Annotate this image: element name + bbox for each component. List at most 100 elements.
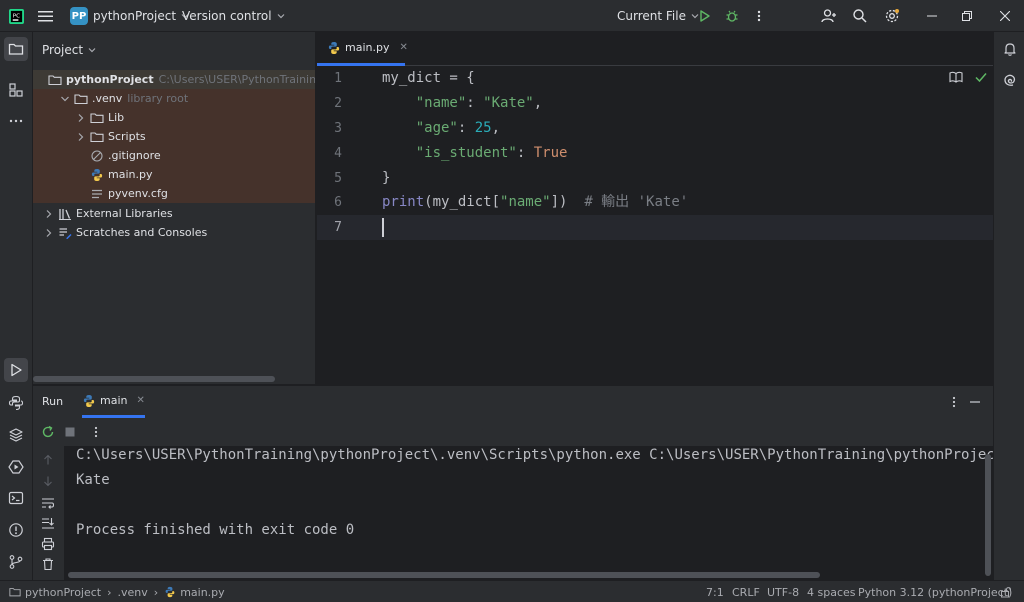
git-button[interactable] — [4, 550, 28, 574]
scroll-end-icon — [42, 518, 54, 529]
python-file-icon — [328, 41, 340, 54]
tree-item-label: .venv — [92, 92, 123, 105]
code-line: "name": "Kate", — [415, 95, 543, 111]
run-tool-button[interactable] — [4, 358, 28, 382]
library-icon — [59, 208, 71, 220]
project-horizontal-scrollbar[interactable] — [33, 376, 275, 382]
tree-item-lib[interactable]: Lib — [33, 108, 315, 127]
breadcrumb-item[interactable]: main.py — [180, 586, 224, 599]
settings-button[interactable] — [884, 0, 900, 32]
close-icon — [1000, 11, 1010, 21]
more-tools-button[interactable] — [4, 109, 28, 133]
scroll-up-button[interactable] — [42, 454, 54, 466]
title-bar: PC PP pythonProject Version control Curr… — [0, 0, 1024, 32]
tree-item-label: Lib — [108, 111, 125, 124]
app-logo-icon[interactable]: PC — [9, 0, 24, 32]
project-panel-title[interactable]: Project — [42, 43, 96, 57]
chevron-down-icon — [61, 96, 69, 101]
project-panel: Project pythonProject C:\Users\USER\Pyth… — [33, 32, 316, 384]
tree-item-scratches[interactable]: Scratches and Consoles — [33, 223, 315, 242]
git-branch-icon — [9, 555, 23, 569]
close-window-button[interactable] — [1000, 0, 1010, 32]
structure-icon — [9, 83, 23, 97]
inspection-ok-indicator[interactable] — [974, 70, 988, 84]
search-button[interactable] — [852, 0, 868, 32]
soft-wrap-button[interactable] — [41, 496, 55, 510]
chevron-right-icon — [78, 113, 84, 122]
editor-tab-bar: main.py ✕ — [317, 32, 993, 66]
tree-item-pyvenv-cfg[interactable]: pyvenv.cfg — [33, 184, 315, 203]
tree-item-venv[interactable]: .venv library root — [33, 89, 315, 108]
project-tool-button[interactable] — [4, 37, 28, 61]
ai-assistant-icon — [1004, 74, 1016, 86]
trash-icon — [43, 558, 53, 571]
line-separator[interactable]: CRLF — [732, 581, 760, 602]
play-icon — [700, 10, 710, 22]
version-control-menu[interactable]: Version control — [182, 0, 285, 32]
run-more-button[interactable] — [91, 426, 101, 438]
tree-item-external-libraries[interactable]: External Libraries — [33, 204, 315, 223]
print-button[interactable] — [41, 537, 55, 551]
scroll-to-end-button[interactable] — [41, 516, 55, 530]
chevron-right-icon — [46, 228, 52, 237]
notifications-button[interactable] — [998, 37, 1022, 61]
scroll-down-button[interactable] — [42, 475, 54, 487]
run-button[interactable] — [698, 0, 712, 32]
close-run-tab-icon[interactable]: ✕ — [136, 395, 144, 406]
printer-icon — [41, 537, 55, 551]
structure-tool-button[interactable] — [4, 78, 28, 102]
run-tab-main[interactable]: main ✕ — [82, 386, 145, 418]
tree-item-scripts[interactable]: Scripts — [33, 127, 315, 146]
clear-console-button[interactable] — [41, 557, 55, 571]
breadcrumb-item[interactable]: pythonProject — [25, 586, 101, 599]
python-packages-button[interactable] — [4, 423, 28, 447]
rerun-icon — [42, 425, 54, 438]
ai-assistant-button[interactable] — [998, 68, 1022, 92]
services-button[interactable] — [4, 455, 28, 479]
indent-setting[interactable]: 4 spaces — [807, 581, 856, 602]
terminal-button[interactable] — [4, 486, 28, 510]
console-vertical-scrollbar[interactable] — [985, 454, 991, 576]
line-number: 2 — [334, 96, 342, 111]
text-caret — [382, 218, 384, 237]
tree-item-label: pyvenv.cfg — [108, 187, 168, 200]
python-interpreter[interactable]: Python 3.12 (pythonProject) — [858, 581, 1012, 602]
project-switcher[interactable]: PP pythonProject — [70, 0, 189, 32]
run-console-output[interactable]: C:\Users\USER\PythonTraining\pythonProje… — [64, 446, 993, 580]
problems-button[interactable] — [4, 518, 28, 542]
add-user-button[interactable] — [821, 0, 837, 32]
tab-main-py[interactable]: main.py ✕ — [317, 32, 408, 66]
file-lock-button[interactable] — [1000, 581, 1012, 602]
reader-mode-button[interactable] — [949, 70, 963, 84]
code-editor[interactable]: 1 2 3 4 5 6 7 my_dict = { "name": "Kate"… — [317, 66, 993, 384]
python-console-icon — [8, 395, 24, 411]
arrow-up-icon — [44, 454, 52, 465]
debug-button[interactable] — [725, 0, 739, 32]
run-panel-title: Run — [42, 395, 64, 408]
console-horizontal-scrollbar[interactable] — [68, 572, 820, 578]
close-tab-icon[interactable]: ✕ — [399, 42, 407, 53]
svg-text:PC: PC — [13, 13, 20, 19]
python-console-button[interactable] — [4, 391, 28, 415]
minimize-button[interactable] — [927, 0, 937, 32]
bug-icon — [726, 10, 738, 22]
line-number: 4 — [334, 146, 342, 161]
breadcrumb-item[interactable]: .venv — [118, 586, 148, 599]
stop-button[interactable] — [64, 426, 76, 438]
more-actions-button[interactable] — [754, 0, 764, 32]
tree-item-label: .gitignore — [108, 149, 161, 162]
run-config-selector[interactable]: Current File — [617, 0, 699, 32]
main-menu-button[interactable] — [38, 0, 54, 32]
tree-item-label: External Libraries — [76, 207, 173, 220]
restore-button[interactable] — [962, 0, 972, 32]
tree-item-pythonproject[interactable]: pythonProject C:\Users\USER\PythonTraini… — [33, 70, 315, 89]
caret-position[interactable]: 7:1 — [706, 581, 724, 602]
run-panel-options-button[interactable] — [949, 396, 959, 408]
tree-item-gitignore[interactable]: .gitignore — [33, 146, 315, 165]
rerun-button[interactable] — [41, 425, 55, 439]
more-horizontal-icon — [9, 119, 23, 123]
chevron-down-icon — [88, 48, 96, 53]
tree-item-main-py[interactable]: main.py — [33, 165, 315, 184]
hide-panel-button[interactable] — [969, 396, 981, 408]
file-encoding[interactable]: UTF-8 — [767, 581, 799, 602]
